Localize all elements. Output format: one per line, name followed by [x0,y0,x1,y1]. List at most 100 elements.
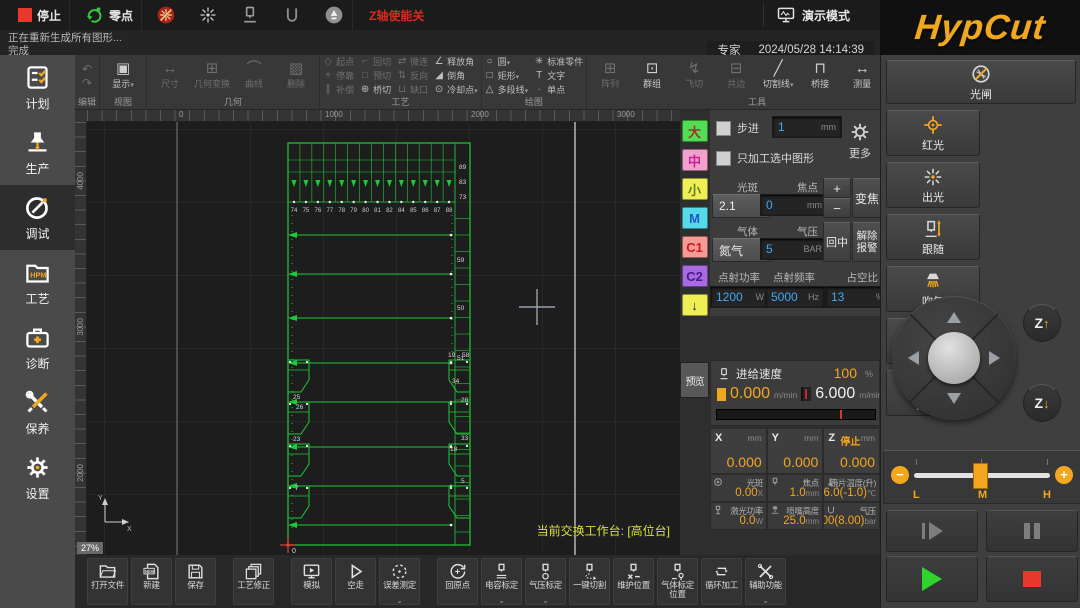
ribbon-item-标准零件[interactable]: ✳标准零件 [534,55,583,68]
zero-point-button[interactable]: 零点 [76,0,142,30]
z-down-button[interactable]: Z↓ [1023,384,1061,422]
jog-center-knob[interactable] [928,332,980,384]
bottom-button-打开文件[interactable]: 打开文件 [87,558,128,605]
start-button[interactable] [886,556,978,602]
pressure-input[interactable]: 5BAR [760,238,828,260]
bottom-button-一键切割[interactable]: 一键切割 [569,558,610,605]
preview-tab[interactable]: 预览 [680,362,709,398]
step-checkbox[interactable] [716,121,731,136]
bottom-button-误差测定[interactable]: 误差测定⌄ [379,558,420,605]
sidebar-item-计划[interactable]: 计划 [0,55,75,120]
jog-pad[interactable] [892,296,1016,420]
bottom-button-新建[interactable]: NEW新建 [131,558,172,605]
ribbon-undo-redo-icon[interactable]: ↶ [82,63,92,75]
layer-chip-C2[interactable]: C2 [682,265,708,287]
sidebar-item-设置[interactable]: 设置 [0,445,75,510]
ribbon-item-切割线[interactable]: ╱切割线 [758,61,798,90]
ribbon-item-删除[interactable]: ▨删除 [276,61,316,90]
ribbon-item-回切[interactable]: ⌐回切 [360,55,391,68]
bottom-button-气体标定位置[interactable]: 气体标定位置 [657,558,698,605]
ribbon-item-预切[interactable]: □预切 [360,69,391,82]
ribbon-item-补偿[interactable]: ∥补偿 [323,83,354,96]
clear-alarm-button[interactable]: 解除报警 [852,222,882,262]
burst-freq-input[interactable]: 5000Hz [765,286,825,308]
bottom-button-回原点[interactable]: 回原点 [437,558,478,605]
focus-input[interactable]: 0mm [760,194,828,216]
pause-button[interactable] [986,510,1078,552]
speed-slider-handle[interactable] [973,463,988,489]
feed-progress-bar[interactable] [716,409,876,420]
bottom-button-保存[interactable]: 保存 [175,558,216,605]
bottom-button-模拟[interactable]: 模拟 [291,558,332,605]
shutter-button[interactable]: 光闸 [886,60,1076,104]
gas-status[interactable] [274,0,310,30]
ribbon-item-文字[interactable]: T文字 [534,69,583,82]
bottom-button-工艺修正[interactable]: 工艺修正 [233,558,274,605]
ribbon-item-停靠[interactable]: +停靠 [323,69,354,82]
bottom-button-循环加工[interactable]: 循环加工 [701,558,742,605]
bottom-button-气压标定[interactable]: 气压标定⌄ [525,558,566,605]
more-button[interactable]: 更多 [842,114,878,168]
ribbon-item-桥接[interactable]: ⊓桥接 [800,61,840,90]
jog-left-button[interactable] [908,351,919,365]
bottom-button-电容标定[interactable]: 电容标定⌄ [481,558,522,605]
ribbon-item-起点[interactable]: ◇起点 [323,55,354,68]
laser-out-button[interactable]: 出光 [886,162,980,208]
follow-status[interactable] [232,0,268,30]
stop-machining-button[interactable] [986,556,1078,602]
ribbon-item-飞切[interactable]: ↯飞切 [674,61,714,90]
center-button[interactable]: 回中 [823,222,851,262]
ribbon-item-微连[interactable]: ⇄微连 [397,55,428,68]
ribbon-item-矩形[interactable]: □矩形 [485,69,529,82]
jog-down-button[interactable] [947,393,961,404]
ribbon-item-显示[interactable]: ▣显示 [103,61,143,90]
red-light-button[interactable]: 红光 [886,110,980,156]
alarm-status[interactable] [316,0,353,30]
sidebar-item-诊断[interactable]: 诊断 [0,315,75,380]
sidebar-item-生产[interactable]: 生产 [0,120,75,185]
z-up-button[interactable]: Z↑ [1023,304,1061,342]
bottom-button-维护位置[interactable]: 维护位置 [613,558,654,605]
ribbon-item-多段线[interactable]: △多段线 [485,83,529,96]
speed-minus-button[interactable]: − [891,466,909,484]
demo-mode-button[interactable]: 演示模式 [763,3,850,27]
ribbon-item-阵列[interactable]: ⊞阵列 [590,61,630,90]
drawing-canvas[interactable]: 0100020003000 400030002000 7475767778798… [75,110,680,555]
focus-plus-button[interactable]: + [823,178,851,198]
bottom-button-空走[interactable]: 空走 [335,558,376,605]
layer-chip-M[interactable]: M [682,207,708,229]
ribbon-item-缺口[interactable]: ⊔缺口 [397,83,428,96]
ribbon-item-曲线[interactable]: ⌒曲线 [234,61,274,90]
ribbon-item-冷却点[interactable]: ⊙冷却点 [434,83,478,96]
stop-button[interactable]: 停止 [10,0,70,30]
layer-chip-大[interactable]: 大 [682,120,708,142]
layer-chip-中[interactable]: 中 [682,149,708,171]
speed-plus-button[interactable]: + [1055,466,1073,484]
sidebar-item-调试[interactable]: 调试 [0,185,75,250]
follow-button[interactable]: 跟随 [886,214,980,260]
burst-power-input[interactable]: 1200W [710,286,770,308]
ribbon-item-单点[interactable]: ·单点 [534,83,583,96]
ribbon-item-桥切[interactable]: ⊕桥切 [360,83,391,96]
ribbon-item-释放角[interactable]: ∠释放角 [434,55,478,68]
ribbon-undo-redo-icon[interactable]: ↷ [82,77,92,89]
ribbon-item-倒角[interactable]: ◢倒角 [434,69,478,82]
zoom-focus-button[interactable]: 变焦 [852,178,882,218]
only-selected-checkbox[interactable] [716,151,731,166]
bottom-button-辅助功能[interactable]: 辅助功能⌄ [745,558,786,605]
jog-right-button[interactable] [989,351,1000,365]
layer-chip-C1[interactable]: C1 [682,236,708,258]
ribbon-item-群组[interactable]: ⊡群组 [632,61,672,90]
ribbon-item-共边[interactable]: ⊟共边 [716,61,756,90]
laser-out-status[interactable] [190,0,226,30]
sidebar-item-保养[interactable]: 保养 [0,380,75,445]
ribbon-item-反向[interactable]: ⇅反向 [397,69,428,82]
ribbon-item-圆[interactable]: ○圆 [485,55,529,68]
ribbon-item-测量[interactable]: ↔测量 [842,61,880,90]
focus-minus-button[interactable]: − [823,198,851,218]
jog-up-button[interactable] [947,312,961,323]
sidebar-item-工艺[interactable]: HPM工艺 [0,250,75,315]
step-value-input[interactable]: 1mm [772,116,842,138]
step-run-button[interactable] [886,510,978,552]
layer-chip-↓[interactable]: ↓ [682,294,708,316]
